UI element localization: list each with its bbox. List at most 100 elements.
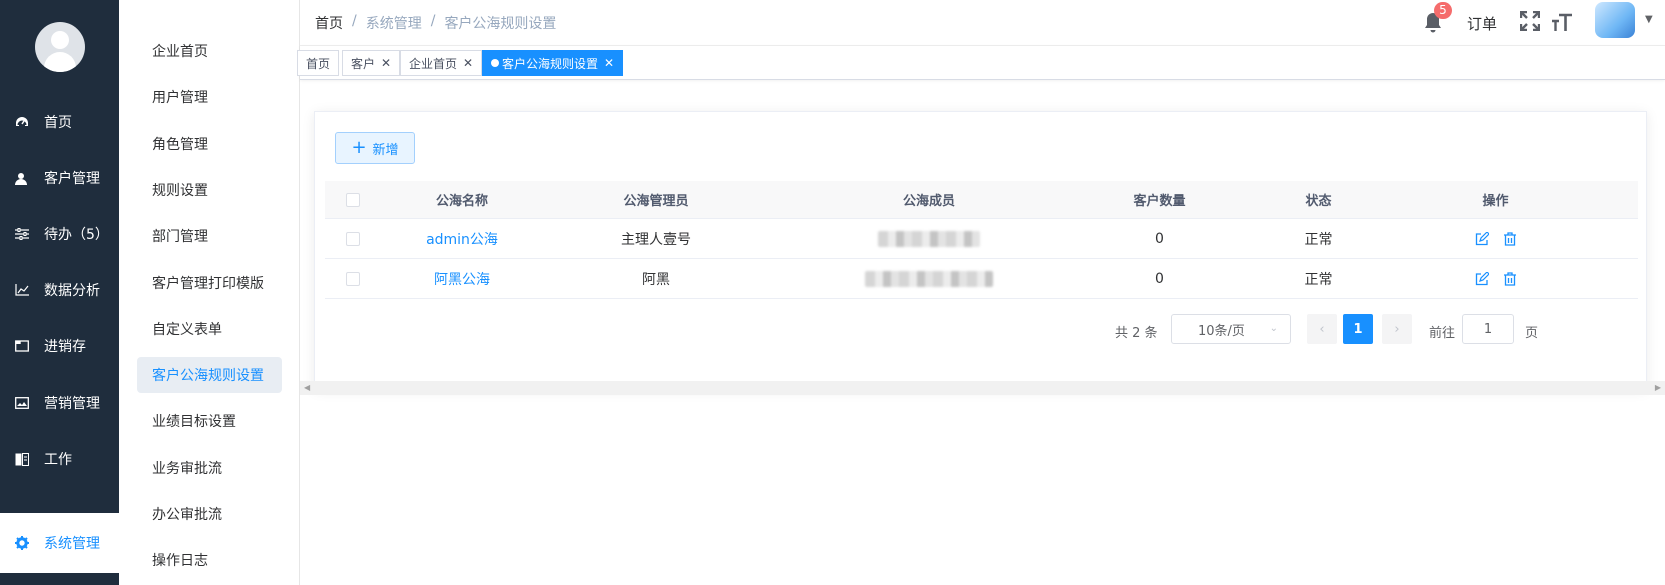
pagination: 共 2 条 10条/页 ⌄ ‹ 1 › 前往 页	[315, 314, 1648, 346]
chart-icon	[14, 284, 30, 296]
table-row: admin公海 主理人壹号 0 正常	[325, 219, 1638, 259]
fullscreen-icon[interactable]	[1520, 11, 1540, 31]
submenu-item-active[interactable]: 客户公海规则设置	[137, 357, 282, 393]
submenu-item[interactable]: 角色管理	[137, 126, 282, 162]
submenu-item[interactable]: 用户管理	[137, 79, 282, 115]
sea-name-link[interactable]: 阿黑公海	[381, 269, 543, 289]
redacted-text	[865, 270, 993, 287]
add-button[interactable]: + 新增	[335, 132, 415, 164]
book-icon	[14, 452, 30, 466]
tag-home[interactable]: 首页	[297, 50, 340, 76]
nav-item-label: 工作	[44, 452, 72, 468]
caret-down-icon[interactable]: ▼	[1645, 14, 1653, 25]
submenu: 企业首页 用户管理 角色管理 规则设置 部门管理 客户管理打印模版 自定义表单 …	[119, 0, 300, 585]
main-sidebar: 首页 客户管理 待办（5） 数据分析 进销存 营销管理 工作 系统管理	[0, 0, 119, 585]
row-select-cell	[325, 271, 381, 286]
order-link[interactable]: 订单	[1467, 13, 1497, 34]
submenu-item[interactable]: 企业首页	[137, 33, 282, 69]
rules-card: + 新增 公海名称 公海管理员 公海成员 客户数量 状态 操作 admin公海 …	[314, 111, 1647, 389]
nav-item-inventory[interactable]: 进销存	[0, 316, 119, 376]
font-size-icon[interactable]	[1551, 11, 1573, 33]
redacted-text	[878, 230, 980, 247]
nav-item-analytics[interactable]: 数据分析	[0, 260, 119, 320]
close-icon[interactable]: ✕	[463, 56, 473, 70]
submenu-item[interactable]: 部门管理	[137, 218, 282, 254]
tags-view: 首页 客户 ✕ 企业首页 ✕ 客户公海规则设置 ✕	[297, 46, 1665, 80]
breadcrumb-item[interactable]: 首页	[315, 13, 343, 33]
nav-item-label: 首页	[44, 115, 72, 131]
nav-item-label: 客户管理	[44, 171, 100, 187]
sidebar-avatar-wrap	[0, 0, 119, 94]
avatar[interactable]	[34, 22, 85, 72]
tag-customer[interactable]: 客户 ✕	[342, 50, 401, 76]
row-select-cell	[325, 231, 381, 246]
status-text: 正常	[1304, 231, 1333, 248]
column-header: 公海成员	[902, 194, 955, 209]
breadcrumb-item-current: 客户公海规则设置	[444, 16, 557, 32]
user-icon	[14, 172, 30, 185]
sea-rules-table: 公海名称 公海管理员 公海成员 客户数量 状态 操作 admin公海 主理人壹号…	[325, 181, 1638, 299]
total-count: 共 2 条	[1115, 326, 1158, 341]
plus-icon: +	[351, 137, 367, 158]
nav-item-work[interactable]: 工作	[0, 429, 119, 489]
next-page-button[interactable]: ›	[1382, 314, 1412, 344]
select-all-checkbox[interactable]	[346, 192, 360, 207]
edit-icon[interactable]	[1475, 271, 1489, 286]
app: 首页 客户管理 待办（5） 数据分析 进销存 营销管理 工作 系统管理 企业首页…	[0, 0, 1665, 585]
column-header: 状态	[1305, 194, 1332, 209]
notification-badge: 5	[1434, 2, 1452, 19]
edit-icon[interactable]	[1475, 231, 1489, 246]
nav-item-customer[interactable]: 客户管理	[0, 148, 119, 208]
customer-count: 0	[1155, 230, 1164, 247]
breadcrumb: 首页 / 系统管理 / 客户公海规则设置	[315, 13, 556, 33]
select-all-cell	[325, 192, 381, 207]
page-size-select[interactable]: 10条/页 ⌄	[1171, 314, 1291, 344]
nav-item-todo[interactable]: 待办（5）	[0, 204, 119, 264]
nav-item-label: 系统管理	[44, 536, 100, 552]
row-actions	[1407, 231, 1584, 246]
folder-icon	[14, 340, 30, 352]
column-header: 公海管理员	[623, 194, 689, 209]
page-number-current[interactable]: 1	[1343, 314, 1373, 344]
row-checkbox[interactable]	[346, 231, 360, 246]
submenu-item[interactable]: 办公审批流	[137, 496, 282, 532]
tag-company-home[interactable]: 企业首页 ✕	[400, 50, 483, 76]
delete-icon[interactable]	[1503, 271, 1517, 286]
goto-page-input[interactable]	[1462, 314, 1514, 344]
submenu-item[interactable]: 业绩目标设置	[137, 403, 282, 439]
breadcrumb-separator: /	[430, 13, 436, 29]
horizontal-scrollbar[interactable]: ◀ ▶	[300, 381, 1665, 395]
tag-label: 客户公海规则设置	[502, 56, 599, 71]
sea-name-link[interactable]: admin公海	[381, 229, 543, 249]
row-checkbox[interactable]	[346, 271, 360, 286]
submenu-item[interactable]: 自定义表单	[137, 311, 282, 347]
scroll-right-icon[interactable]: ▶	[1655, 383, 1661, 392]
chevron-left-icon: ‹	[1319, 321, 1325, 337]
sea-members-redacted	[769, 230, 1089, 247]
column-header: 操作	[1482, 194, 1509, 209]
tag-sea-rules[interactable]: 客户公海规则设置 ✕	[482, 50, 624, 76]
submenu-item[interactable]: 规则设置	[137, 172, 282, 208]
goto-label: 前往	[1429, 326, 1456, 341]
submenu-item[interactable]: 操作日志	[137, 542, 282, 578]
submenu-item[interactable]: 客户管理打印模版	[137, 265, 282, 301]
chevron-down-icon: ⌄	[1269, 323, 1278, 334]
nav-item-system[interactable]: 系统管理	[0, 513, 119, 573]
nav-item-marketing[interactable]: 营销管理	[0, 373, 119, 433]
scroll-left-icon[interactable]: ◀	[304, 383, 310, 392]
tag-label: 首页	[306, 56, 331, 71]
close-icon[interactable]: ✕	[604, 56, 614, 70]
dashboard-icon	[14, 116, 30, 128]
customer-count: 0	[1155, 270, 1164, 287]
table-row: 阿黑公海 阿黑 0 正常	[325, 259, 1638, 299]
delete-icon[interactable]	[1503, 231, 1517, 246]
prev-page-button[interactable]: ‹	[1307, 314, 1337, 344]
sea-admin: 主理人壹号	[621, 231, 691, 248]
breadcrumb-separator: /	[352, 13, 357, 29]
user-avatar[interactable]	[1595, 2, 1635, 38]
nav-item-home[interactable]: 首页	[0, 92, 119, 152]
nav-item-label: 进销存	[44, 339, 86, 355]
breadcrumb-item[interactable]: 系统管理	[366, 13, 422, 33]
close-icon[interactable]: ✕	[381, 56, 391, 70]
submenu-item[interactable]: 业务审批流	[137, 450, 282, 486]
